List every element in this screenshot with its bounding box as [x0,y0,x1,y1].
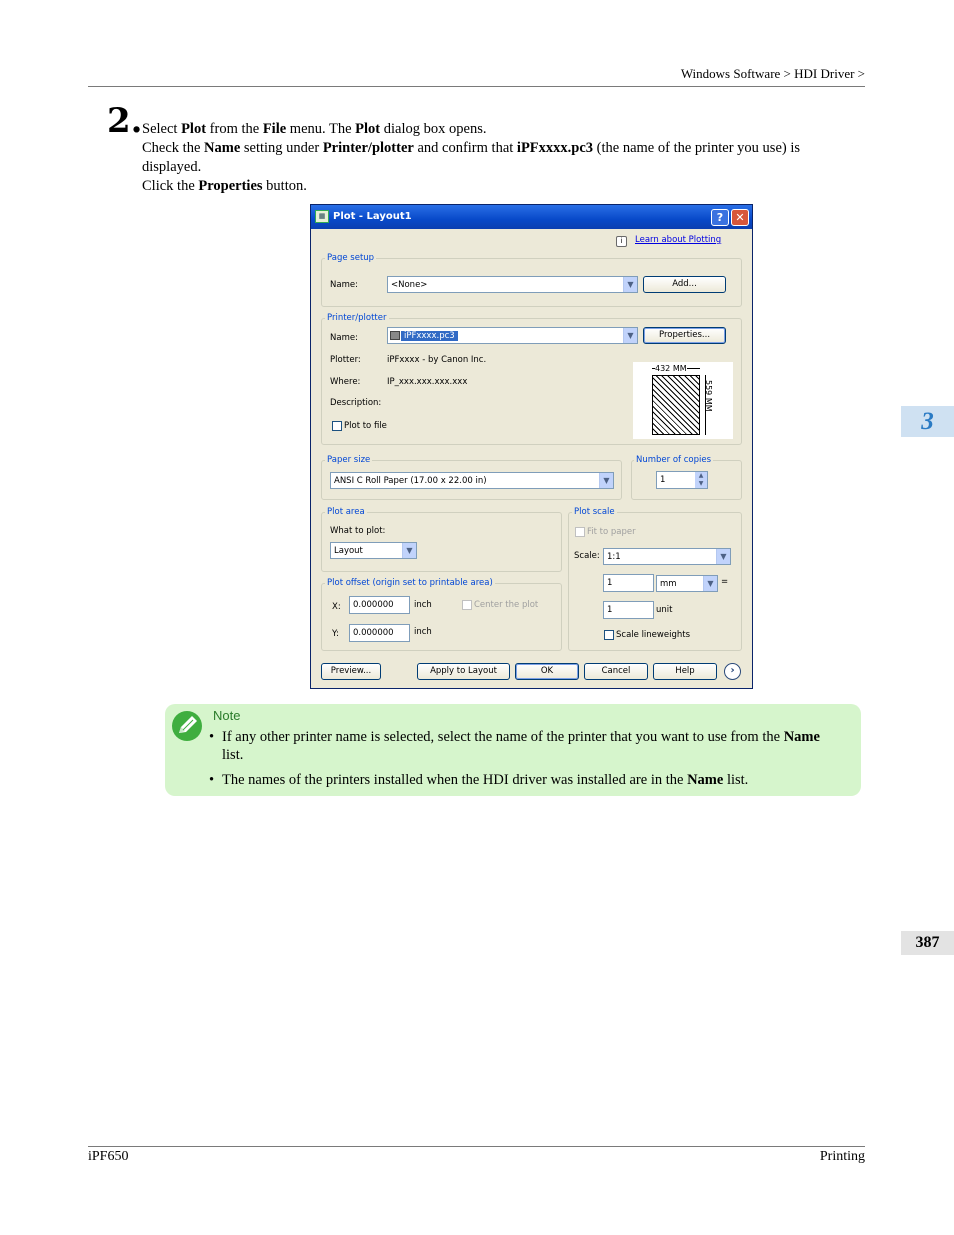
apply-to-layout-button[interactable]: Apply to Layout [417,663,510,680]
fit-to-paper-checkbox[interactable] [575,527,585,537]
help-button[interactable]: Help [653,663,717,680]
scale-value-1-input[interactable]: 1 [603,574,654,592]
plot-area-label: Plot area [325,507,367,517]
chevron-down-icon: ▼ [703,576,717,591]
scale-label: Scale: [574,551,600,561]
chevron-down-icon: ▼ [623,328,637,343]
breadcrumb: Windows Software > HDI Driver > [680,66,865,81]
chapter-tab: 3 [901,406,954,437]
dialog-title: Plot - Layout1 [333,211,412,222]
more-options-icon[interactable]: › [724,663,741,680]
description-label: Description: [330,398,382,408]
autocad-plot-icon: ▦ [315,210,329,223]
plot-offset-label: Plot offset (origin set to printable are… [325,578,495,588]
paper-size-select[interactable]: ANSI C Roll Paper (17.00 x 22.00 in) ▼ [330,472,614,489]
page-setup-name-label: Name: [330,280,358,290]
chevron-down-icon: ▼ [623,277,637,292]
plotter-label: Plotter: [330,355,361,365]
learn-about-plotting-link[interactable]: Learn about Plotting [635,235,721,245]
page-setup-name-select[interactable]: <None> ▼ [387,276,638,293]
note-item: • The names of the printers installed wh… [209,772,749,788]
what-to-plot-select[interactable]: Layout ▼ [330,542,417,559]
info-icon: i [616,236,627,247]
printer-plotter-label: Printer/plotter [325,313,389,323]
where-value: IP_xxx.xxx.xxx.xxx [387,377,468,387]
y-offset-unit: inch [414,627,432,637]
printer-name-label: Name: [330,333,358,343]
plot-scale-label: Plot scale [572,507,617,517]
fit-to-paper-label: Fit to paper [587,527,636,537]
x-offset-label: X: [332,602,341,612]
preview-width-label: 432 MM [655,364,687,373]
x-offset-input[interactable]: 0.000000 [349,596,410,614]
page-number: 387 [901,931,954,955]
footer-section: Printing [819,1149,865,1164]
center-plot-checkbox[interactable] [462,600,472,610]
close-icon[interactable]: ✕ [731,209,749,226]
plotter-value: iPFxxxx - by Canon Inc. [387,355,487,365]
note-box: Note • If any other printer name is sele… [165,704,861,796]
plot-to-file-label: Plot to file [344,421,387,431]
dialog-titlebar[interactable]: ▦ Plot - Layout1 ? ✕ [311,205,752,229]
scale-value-2-input[interactable]: 1 [603,601,654,619]
footer-rule [88,1146,865,1147]
center-plot-label: Center the plot [474,600,539,610]
plot-to-file-checkbox[interactable] [332,421,342,431]
step-line-1: Select Plot from the File menu. The Plot… [142,121,487,137]
step-line-2: Check the Name setting under Printer/plo… [142,140,801,175]
printer-icon [390,331,400,340]
paper-preview: 432 MM 559 MM [633,362,733,439]
step-number: 2. [107,101,143,141]
x-offset-unit: inch [414,600,432,610]
properties-button[interactable]: Properties... [643,327,726,344]
footer-model: iPF650 [88,1149,129,1164]
note-title: Note [213,708,241,723]
preview-height-label: 559 MM [704,380,713,412]
header-rule [88,86,865,87]
chevron-down-icon: ▼ [402,543,416,558]
add-button[interactable]: Add... [643,276,726,293]
what-to-plot-label: What to plot: [330,526,386,536]
bullet-icon: • [209,772,215,788]
paper-size-label: Paper size [325,455,373,465]
page-setup-label: Page setup [325,253,377,263]
cancel-button[interactable]: Cancel [584,663,648,680]
copies-label: Number of copies [634,455,714,465]
chevron-down-icon: ▼ [716,549,730,564]
ok-button[interactable]: OK [515,663,579,680]
chevron-down-icon: ▼ [599,473,613,488]
equals-sign: = [721,577,729,587]
note-item: • If any other printer name is selected,… [209,729,820,763]
step-line-3: Click the Properties button. [142,178,307,194]
plot-dialog: ▦ Plot - Layout1 ? ✕ i Learn about Plott… [310,204,753,689]
y-offset-label: Y: [332,629,339,639]
scale-select[interactable]: 1:1 ▼ [603,548,731,565]
spin-arrows-icon[interactable]: ▲ ▼ [695,472,707,488]
bullet-icon: • [209,729,215,745]
copies-input[interactable]: 1 ▲ ▼ [656,471,708,489]
scale-lineweights-checkbox[interactable] [604,630,614,640]
scale-unit-select[interactable]: mm ▼ [656,575,718,592]
unit-label: unit [656,605,673,615]
preview-sheet [652,375,700,435]
printer-name-select[interactable]: iPFxxxx.pc3 ▼ [387,327,638,344]
scale-lineweights-label: Scale lineweights [616,630,690,640]
help-icon[interactable]: ? [711,209,729,226]
y-offset-input[interactable]: 0.000000 [349,624,410,642]
pencil-note-icon [172,711,202,741]
where-label: Where: [330,377,361,387]
step-instructions: Select Plot from the File menu. The Plot… [142,120,857,196]
preview-button[interactable]: Preview... [321,663,381,680]
